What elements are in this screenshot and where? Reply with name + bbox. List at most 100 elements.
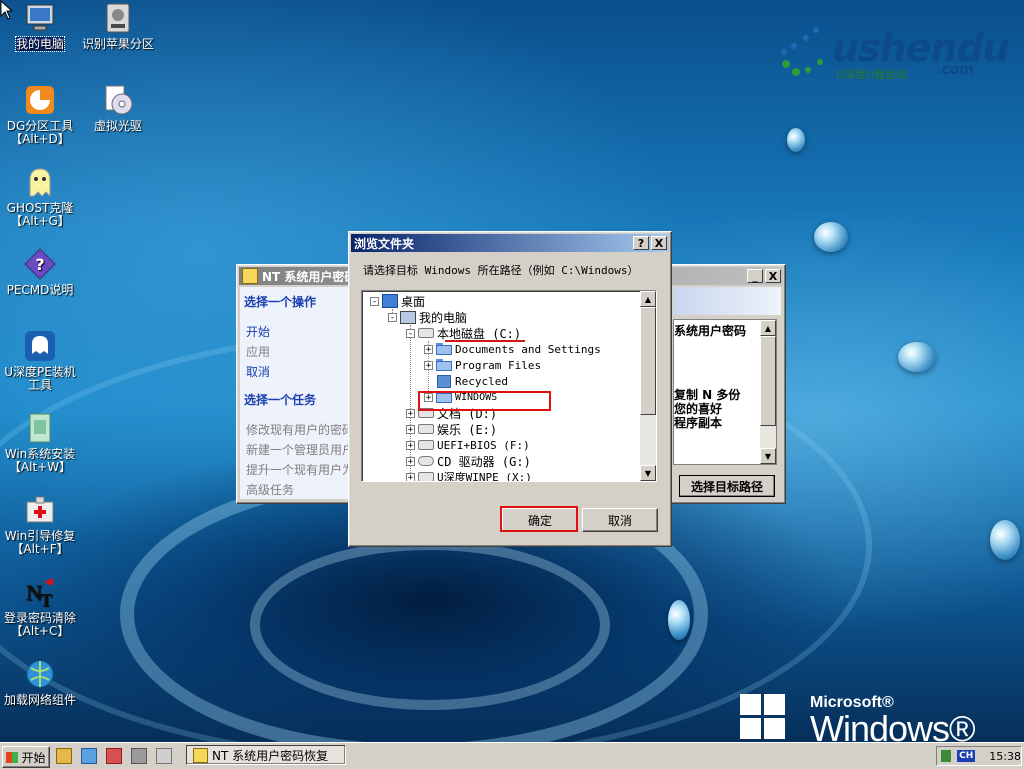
desktop-icon-ghost[interactable]: GHOST克隆 【Alt+G】 — [0, 166, 80, 228]
desktop-icon-password-clear[interactable]: NT 登录密码清除 【Alt+C】 — [0, 576, 80, 638]
start-label: 开始 — [21, 750, 46, 765]
quick-launch-paint-icon[interactable] — [131, 748, 147, 764]
windows-pe-label: Windows® PE — [810, 708, 976, 742]
close-button[interactable]: X — [765, 269, 781, 283]
expand-toggle[interactable]: + — [406, 440, 415, 450]
tree-item-recycled[interactable]: Recycled — [424, 373, 508, 389]
tree-item-program-files[interactable]: + Program Files — [424, 357, 541, 373]
brand-name: ushendu — [832, 26, 1010, 70]
scroll-down-button[interactable]: ▼ — [760, 448, 776, 464]
key-icon — [193, 747, 208, 763]
computer-icon — [400, 310, 416, 324]
tree-item-label: Documents and Settings — [455, 342, 601, 356]
cancel-button[interactable]: 取消 — [582, 508, 658, 532]
nt-left-panel: 选择一个操作 开始 应用 取消 选择一个任务 修改现有用户的密码 新建一个管理员… — [240, 287, 354, 499]
desktop-icon-label: Win引导修复 【Alt+F】 — [4, 529, 76, 556]
tree-item-drive-x[interactable]: + U深度WINPE (X:) — [406, 469, 532, 481]
tree-item-label: Program Files — [455, 358, 542, 372]
task-advanced[interactable]: 高级任务 — [246, 481, 294, 498]
taskbar: 开始 NT 系统用户密码恢复 CH 15:38 — [0, 742, 1024, 769]
dg-partition-icon — [24, 84, 56, 116]
folder-icon — [436, 359, 452, 371]
taskbar-task-nt-password[interactable]: NT 系统用户密码恢复 — [186, 745, 346, 765]
help-button[interactable]: ? — [633, 236, 649, 250]
scroll-up-button[interactable]: ▲ — [640, 291, 656, 307]
key-icon — [242, 268, 258, 284]
tree-item-local-disk-c[interactable]: - 本地磁盘 (C:) — [406, 325, 521, 341]
select-target-path-button[interactable]: 选择目标路径 — [679, 475, 775, 497]
desktop-icon-apple-partition[interactable]: 识别苹果分区 — [78, 2, 158, 51]
tree-item-label: Recycled — [455, 374, 508, 388]
svg-text:T: T — [40, 590, 52, 608]
collapse-toggle[interactable]: - — [406, 328, 415, 338]
quick-launch-screen-icon[interactable] — [81, 748, 97, 764]
tree-item-label: 我的电脑 — [419, 310, 468, 325]
water-drop — [814, 222, 848, 252]
computer-icon — [24, 2, 56, 34]
expand-toggle[interactable]: + — [406, 472, 415, 481]
desktop-icon-pe-installer[interactable]: U深度PE装机 工具 — [0, 330, 80, 392]
tree-item-documents-and-settings[interactable]: + Documents and Settings — [424, 341, 601, 357]
network-tray-icon[interactable] — [941, 750, 952, 762]
nt-info-box: 系统用户密码 复制 N 多份 您的喜好 程序副本 ▲ ▼ — [673, 319, 777, 465]
tree-item-label: UEFI+BIOS (F:) — [437, 438, 530, 452]
task-promote-user[interactable]: 提升一个现有用户为 — [246, 461, 354, 478]
scroll-thumb[interactable] — [640, 307, 656, 415]
desktop-icon-dg-partition[interactable]: DG分区工具 【Alt+D】 — [0, 84, 80, 146]
desktop-icon-network[interactable]: 加载网络组件 — [0, 658, 80, 707]
quick-launch-tools-icon[interactable] — [106, 748, 122, 764]
desktop-icon-virtual-cd[interactable]: 虚拟光驱 — [78, 84, 158, 133]
desktop-icon-label: PECMD说明 — [6, 283, 74, 297]
browse-dialog-title: 浏览文件夹 — [354, 236, 415, 251]
local-disk-underline — [445, 340, 525, 342]
start-button[interactable]: 开始 — [2, 746, 50, 768]
task-change-password[interactable]: 修改现有用户的密码 — [246, 421, 354, 438]
operation-apply-link[interactable]: 应用 — [246, 343, 270, 360]
browse-prompt: 请选择目标 Windows 所在路径（例如 C:\Windows） — [363, 264, 639, 277]
scroll-thumb[interactable] — [760, 336, 776, 426]
expand-toggle[interactable]: + — [424, 360, 433, 370]
brand-suffix: .com — [936, 62, 974, 78]
drive-icon — [418, 440, 434, 450]
tree-item-drive-g[interactable]: + CD 驱动器 (G:) — [406, 453, 531, 469]
expand-toggle[interactable]: + — [406, 424, 415, 434]
scroll-up-button[interactable]: ▲ — [760, 320, 776, 336]
expand-toggle[interactable]: + — [406, 456, 415, 466]
desktop-icon-win-install[interactable]: Win系统安装 【Alt+W】 — [0, 412, 80, 474]
expand-toggle[interactable]: + — [406, 408, 415, 418]
operation-cancel-link[interactable]: 取消 — [246, 363, 270, 380]
info-scrollbar[interactable]: ▲ ▼ — [760, 320, 776, 464]
network-icon — [24, 658, 56, 690]
windows-highlight-box — [418, 391, 551, 411]
pe-installer-icon — [24, 330, 56, 362]
desktop-icon-label: GHOST克隆 【Alt+G】 — [6, 201, 74, 228]
tree-item-drive-f[interactable]: + UEFI+BIOS (F:) — [406, 437, 530, 453]
desktop-icon-pecmd-help[interactable]: ? PECMD说明 — [0, 248, 80, 297]
collapse-toggle[interactable]: - — [388, 312, 397, 322]
desktop-icon-boot-repair[interactable]: Win引导修复 【Alt+F】 — [0, 494, 80, 556]
scroll-down-button[interactable]: ▼ — [640, 465, 656, 481]
tree-item-label: 桌面 — [401, 294, 426, 309]
water-drop — [668, 600, 690, 640]
windows-pe-logo: Microsoft® Windows® PE — [740, 694, 1020, 742]
language-indicator[interactable]: CH — [957, 750, 976, 762]
tree-item-my-computer[interactable]: - 我的电脑 — [388, 309, 467, 325]
tree-scrollbar[interactable]: ▲ ▼ — [640, 291, 656, 481]
close-button[interactable]: X — [651, 236, 667, 250]
operation-start-link[interactable]: 开始 — [246, 323, 270, 340]
task-new-admin[interactable]: 新建一个管理员用户 — [246, 441, 354, 458]
minimize-button[interactable]: _ — [747, 269, 763, 283]
recycle-icon — [437, 374, 451, 388]
browse-dialog-titlebar[interactable]: 浏览文件夹 ? X — [351, 234, 669, 252]
password-clear-icon: NT — [24, 576, 56, 608]
clock[interactable]: 15:38 — [989, 750, 1021, 763]
tree-item-drive-e[interactable]: + 娱乐 (E:) — [406, 421, 497, 437]
quick-launch-eraser-icon[interactable] — [156, 748, 172, 764]
collapse-toggle[interactable]: - — [370, 296, 379, 306]
folder-tree[interactable]: - 桌面 - 我的电脑 - 本地磁盘 (C:) + Documents and … — [361, 290, 657, 482]
tree-item-desktop[interactable]: - 桌面 — [370, 293, 425, 309]
quick-launch-folder-icon[interactable] — [56, 748, 72, 764]
help-icon: ? — [24, 248, 56, 280]
expand-toggle[interactable]: + — [424, 344, 433, 354]
desktop-icon-label: 识别苹果分区 — [81, 37, 154, 51]
